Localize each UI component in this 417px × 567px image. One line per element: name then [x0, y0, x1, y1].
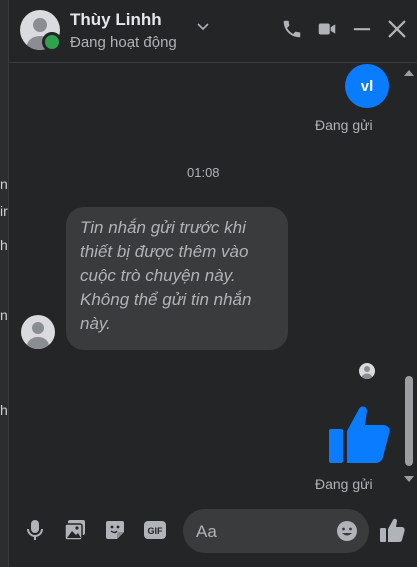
- chat-window: Thùy Linhh Đang hoạt động vl Đang gửi 01…: [8, 0, 417, 567]
- sending-status: Đang gửi: [315, 476, 373, 492]
- contact-name[interactable]: Thùy Linhh: [70, 10, 162, 30]
- background-text-fragment: ir: [0, 203, 8, 219]
- image-icon[interactable]: [63, 518, 87, 542]
- video-call-icon[interactable]: [316, 18, 338, 40]
- like-icon[interactable]: [379, 517, 405, 543]
- phone-icon[interactable]: [281, 18, 303, 40]
- sticker-icon[interactable]: [103, 518, 127, 542]
- close-icon[interactable]: [386, 18, 408, 40]
- message-input-placeholder: Aa: [196, 522, 217, 541]
- outgoing-message[interactable]: vl: [345, 64, 389, 108]
- message-scrollbar[interactable]: [404, 66, 414, 494]
- emoji-icon[interactable]: [335, 519, 359, 543]
- chat-header[interactable]: Thùy Linhh Đang hoạt động: [9, 0, 417, 63]
- message-input[interactable]: Aa: [183, 509, 369, 553]
- sending-status: Đang gửi: [315, 117, 373, 133]
- scroll-up-arrow[interactable]: [404, 70, 414, 76]
- message-timestamp: 01:08: [187, 165, 220, 180]
- like-icon[interactable]: [327, 403, 391, 465]
- svg-text:GIF: GIF: [148, 526, 164, 536]
- scrollbar-thumb[interactable]: [405, 376, 413, 466]
- gif-icon[interactable]: GIF: [143, 518, 167, 542]
- sender-avatar[interactable]: [21, 315, 55, 349]
- scroll-down-arrow[interactable]: [404, 476, 414, 482]
- read-receipt-avatar: [359, 363, 375, 379]
- background-text-fragment: n: [0, 307, 8, 323]
- minimize-icon[interactable]: [351, 18, 373, 40]
- chevron-down-icon[interactable]: [197, 20, 209, 32]
- microphone-icon[interactable]: [23, 518, 47, 542]
- online-status-dot: [42, 32, 62, 52]
- contact-status: Đang hoạt động: [70, 34, 177, 51]
- incoming-message[interactable]: Tin nhắn gửi trước khi thiết bị được thê…: [66, 207, 288, 350]
